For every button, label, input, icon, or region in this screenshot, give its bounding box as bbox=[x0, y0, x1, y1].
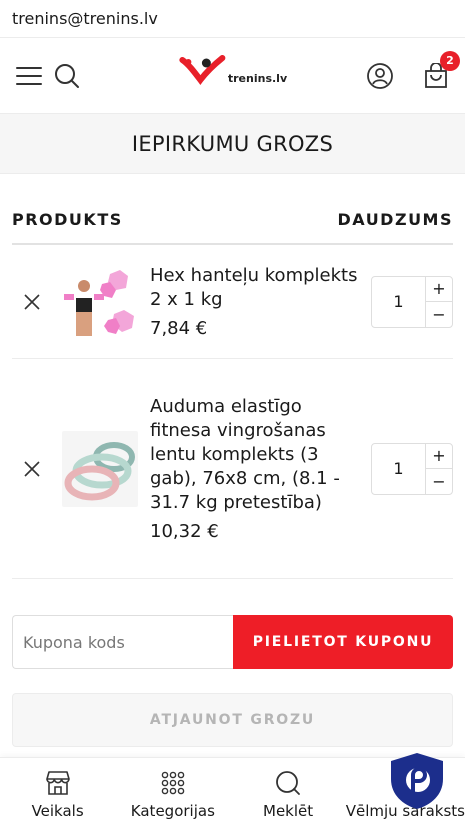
column-header-quantity: DAUDZUMS bbox=[337, 210, 453, 229]
product-price: 10,32 € bbox=[150, 521, 219, 542]
quantity-stepper[interactable]: 1 + − bbox=[371, 275, 453, 328]
close-icon bbox=[24, 460, 40, 477]
quantity-increase-button[interactable]: + bbox=[426, 277, 452, 302]
column-header-product: PRODUKTS bbox=[12, 210, 123, 229]
quantity-stepper[interactable]: 1 + − bbox=[371, 442, 453, 495]
site-header: trenins.lv 2 bbox=[0, 38, 465, 114]
store-icon bbox=[45, 771, 70, 795]
contact-email[interactable]: trenins@trenins.lv bbox=[12, 9, 158, 28]
hamburger-icon bbox=[16, 66, 42, 85]
logo-text: trenins.lv bbox=[227, 71, 288, 85]
product-price: 7,84 € bbox=[150, 318, 208, 339]
top-bar: trenins@trenins.lv bbox=[0, 0, 465, 38]
coupon-form: PIELIETOT KUPONU bbox=[12, 615, 453, 669]
quantity-input[interactable]: 1 bbox=[372, 276, 426, 327]
quantity-decrease-button[interactable]: − bbox=[426, 302, 452, 327]
cart-item-info: Hex hanteļu komplekts 2 x 1 kg 7,84 € bbox=[150, 264, 371, 339]
site-logo[interactable]: trenins.lv bbox=[178, 54, 287, 92]
nav-label: Meklēt bbox=[263, 802, 314, 820]
page-title: IEPIRKUMU GROZS bbox=[0, 114, 465, 174]
account-button[interactable] bbox=[365, 61, 395, 91]
quantity-increase-button[interactable]: + bbox=[426, 444, 452, 469]
cart-table-header: PRODUKTS DAUDZUMS bbox=[12, 210, 453, 245]
cart-count-badge: 2 bbox=[440, 50, 460, 71]
update-cart-button[interactable]: ATJAUNOT GROZU bbox=[12, 693, 453, 747]
cart-item-row: Hex hanteļu komplekts 2 x 1 kg 7,84 € 1 … bbox=[12, 245, 453, 359]
nav-item-search[interactable]: Meklēt bbox=[230, 758, 345, 829]
nav-label: Veikals bbox=[31, 802, 84, 820]
remove-item-button[interactable] bbox=[12, 460, 52, 477]
coupon-code-input[interactable] bbox=[12, 615, 233, 669]
logo-mark-icon bbox=[178, 55, 225, 85]
nav-item-categories[interactable]: Kategorijas bbox=[115, 758, 230, 829]
cart-item-row: Auduma elastīgo fitnesa vingrošanas lent… bbox=[12, 359, 453, 579]
apply-coupon-button[interactable]: PIELIETOT KUPONU bbox=[233, 615, 453, 669]
security-shield-icon[interactable] bbox=[387, 751, 447, 811]
search-icon bbox=[55, 63, 79, 88]
menu-button[interactable] bbox=[14, 61, 44, 91]
product-image[interactable] bbox=[62, 263, 138, 340]
product-name-link[interactable]: Hex hanteļu komplekts 2 x 1 kg bbox=[150, 264, 361, 312]
nav-label: Kategorijas bbox=[130, 802, 215, 820]
user-icon bbox=[367, 62, 393, 89]
nav-item-store[interactable]: Veikals bbox=[0, 758, 115, 829]
grid-dots-icon bbox=[161, 771, 185, 795]
search-icon bbox=[276, 771, 300, 795]
quantity-decrease-button[interactable]: − bbox=[426, 469, 452, 494]
product-name-link[interactable]: Auduma elastīgo fitnesa vingrošanas lent… bbox=[150, 395, 361, 515]
remove-item-button[interactable] bbox=[12, 293, 52, 310]
close-icon bbox=[24, 293, 40, 310]
quantity-input[interactable]: 1 bbox=[372, 443, 426, 494]
cart-item-info: Auduma elastīgo fitnesa vingrošanas lent… bbox=[150, 395, 371, 542]
cart-button[interactable]: 2 bbox=[421, 50, 460, 91]
header-search-button[interactable] bbox=[52, 61, 82, 91]
product-image[interactable] bbox=[62, 430, 138, 507]
